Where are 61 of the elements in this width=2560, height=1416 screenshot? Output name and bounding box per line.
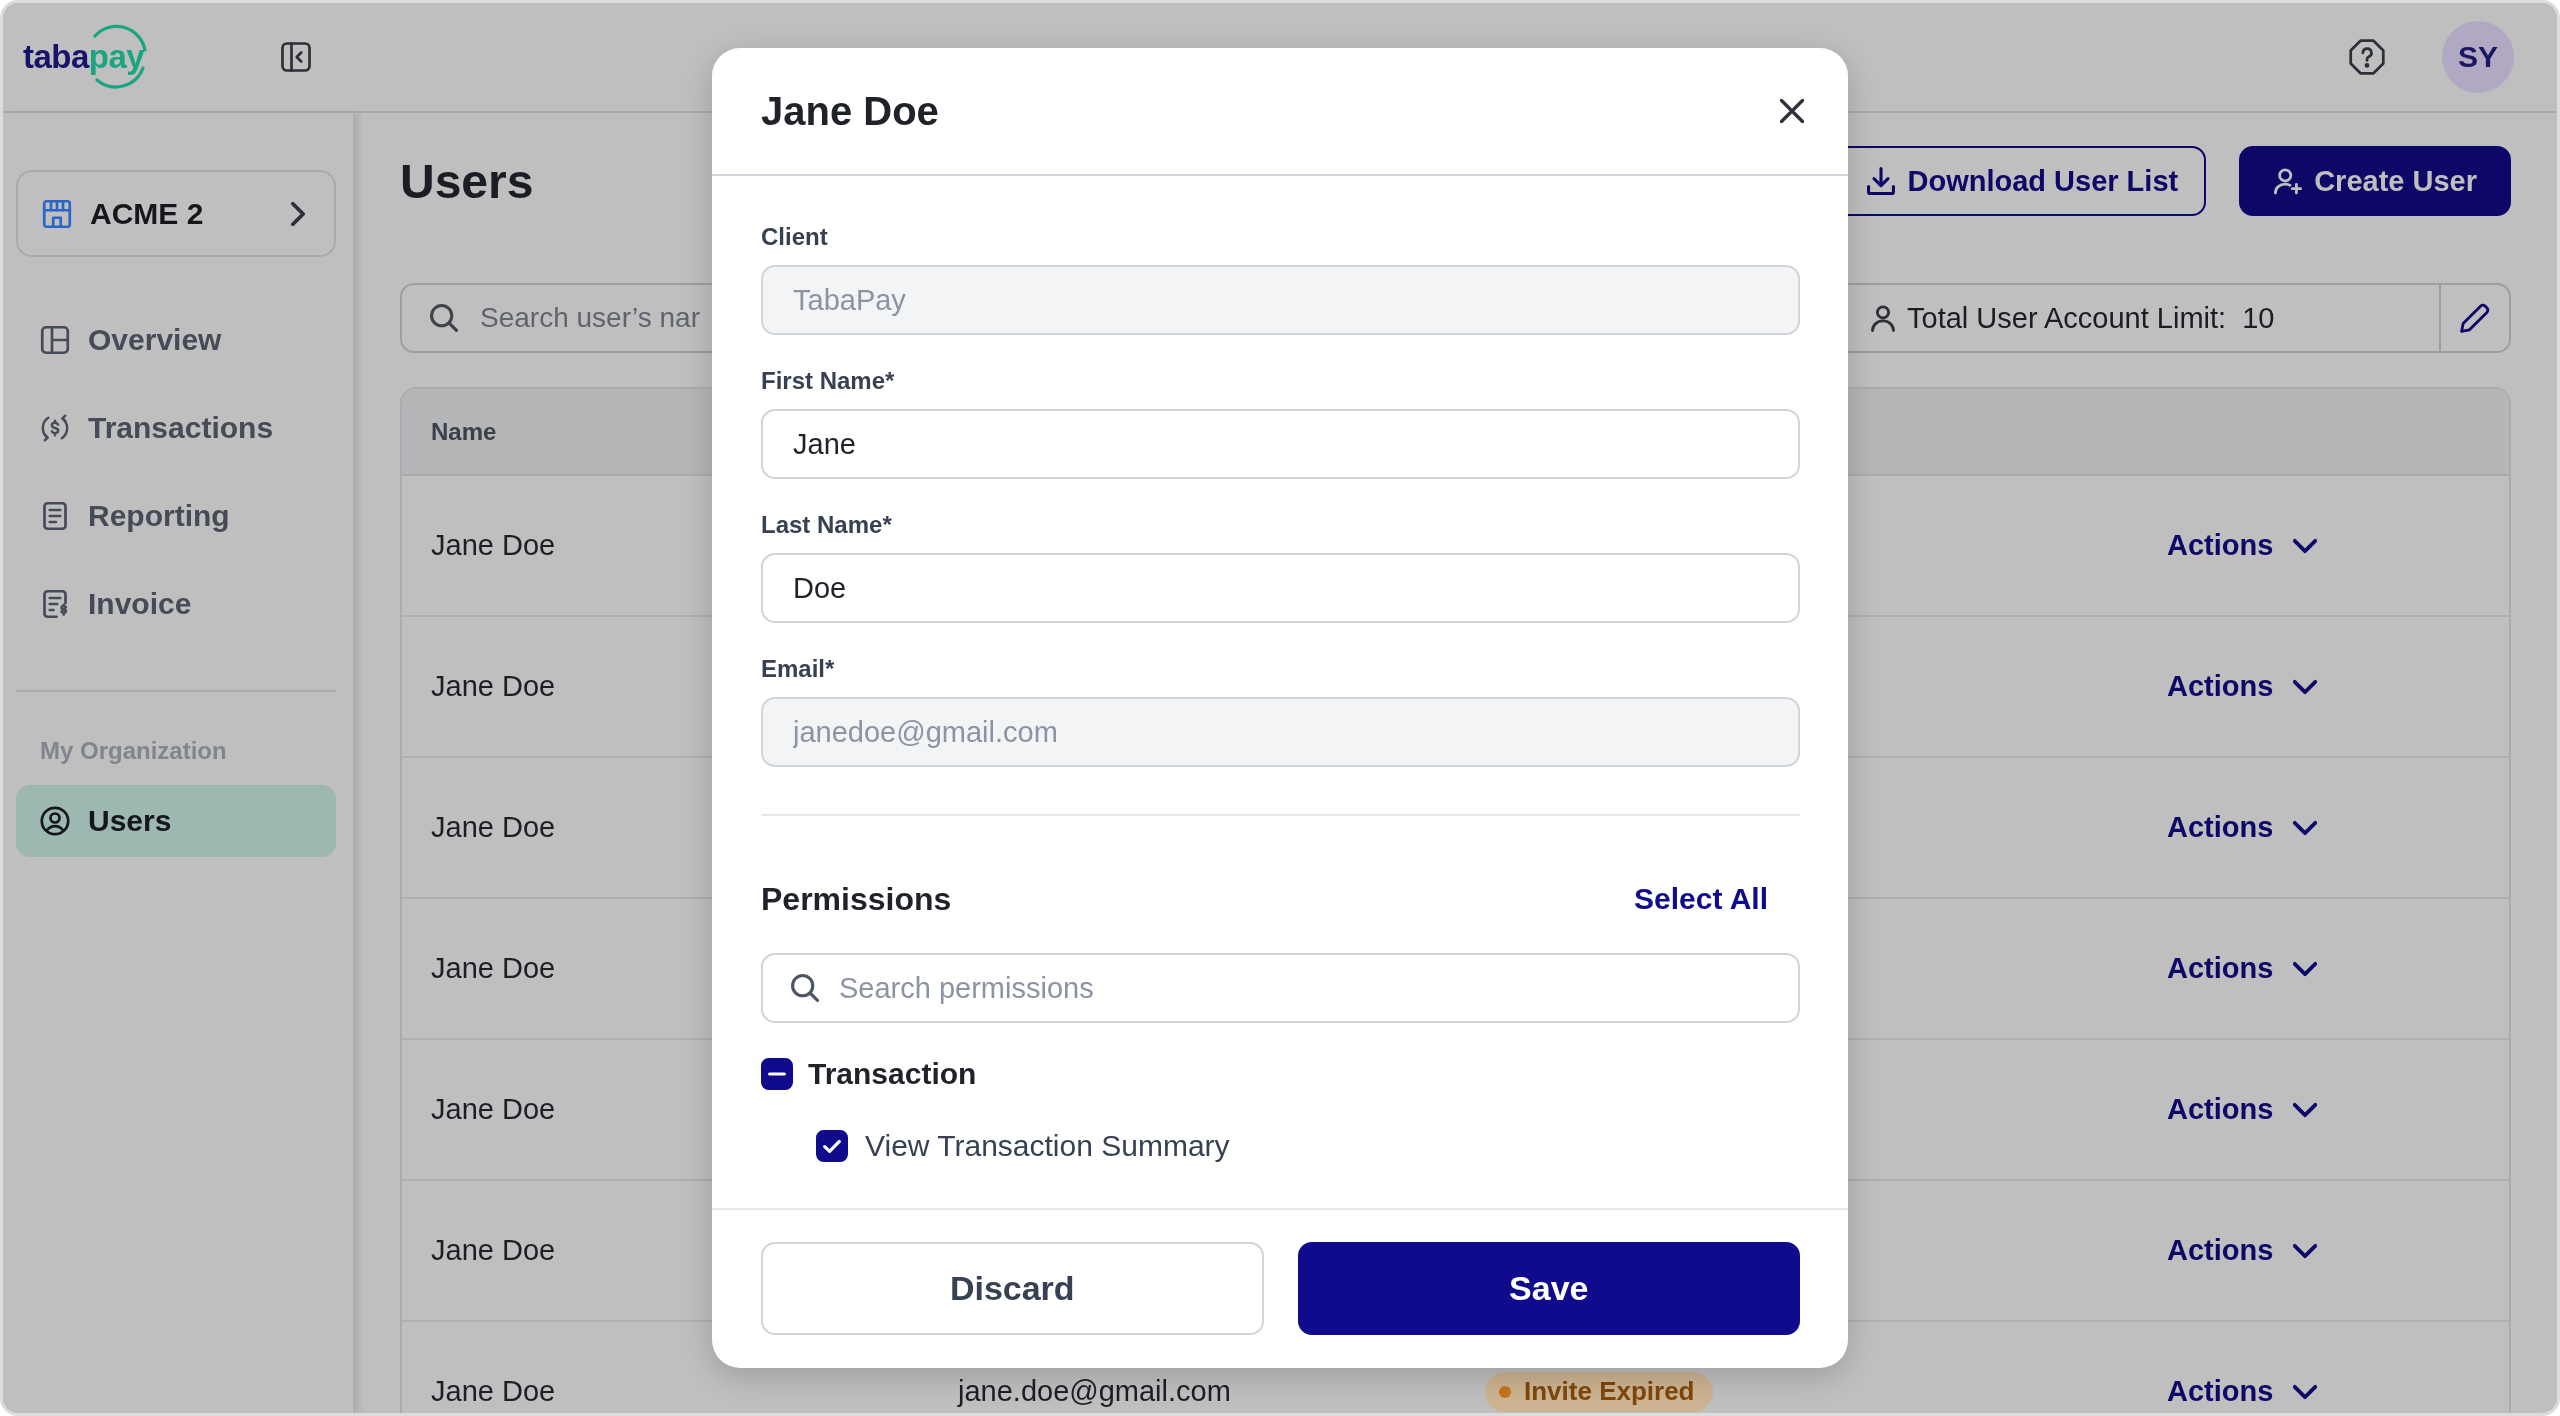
status-label: Invite Expired <box>1524 1376 1695 1407</box>
user-plus-icon <box>2274 167 2303 195</box>
actions-dropdown[interactable]: Actions <box>2167 1375 2318 1408</box>
panel-collapse-icon[interactable] <box>281 42 311 72</box>
document-dollar-icon <box>40 589 70 619</box>
help-icon[interactable] <box>2349 39 2385 75</box>
download-icon <box>1867 167 1896 195</box>
user-name: Jane Doe <box>431 529 556 562</box>
user-icon <box>1869 304 1897 332</box>
user-circle-icon <box>40 806 70 836</box>
nav-item[interactable]: Overview <box>16 304 336 376</box>
permission-group-label: Transaction <box>808 1057 977 1091</box>
layout-icon <box>40 325 70 355</box>
section-title: Permissions <box>761 880 952 918</box>
input-field[interactable]: Jane <box>761 409 1800 479</box>
account-limit-value: 10 <box>2242 301 2275 335</box>
checkbox[interactable] <box>816 1130 848 1162</box>
discard-button[interactable]: Discard <box>761 1242 1264 1335</box>
actions-dropdown[interactable]: Actions <box>2167 529 2318 562</box>
dialog-title: Jane Doe <box>761 88 939 134</box>
actions-dropdown[interactable]: Actions <box>2167 811 2318 844</box>
actions-dropdown[interactable]: Actions <box>2167 670 2318 703</box>
document-icon <box>40 501 70 531</box>
checkbox[interactable] <box>761 1058 793 1090</box>
search-icon <box>430 304 458 332</box>
actions-dropdown[interactable]: Actions <box>2167 1093 2318 1126</box>
nav-item[interactable]: Reporting <box>16 480 336 552</box>
field-label: Client <box>761 222 828 252</box>
actions-dropdown[interactable]: Actions <box>2167 952 2318 985</box>
field-label: Email* <box>761 654 835 684</box>
input-field[interactable]: Doe <box>761 553 1800 623</box>
user-name: Jane Doe <box>431 1375 556 1408</box>
pencil-icon <box>2460 303 2490 333</box>
user-email: jane.doe@gmail.com <box>958 1375 1231 1408</box>
org-switcher[interactable]: ACME 2 <box>16 170 336 257</box>
create-user-button[interactable]: Create User <box>2239 146 2511 216</box>
save-button[interactable]: Save <box>1297 1242 1800 1335</box>
user-name: Jane Doe <box>431 811 556 844</box>
user-name: Jane Doe <box>431 952 556 985</box>
account-limit-label: Total User Account Limit: <box>1907 301 2227 335</box>
page-title: Users <box>400 153 534 209</box>
dollar-cycle-icon <box>40 413 70 443</box>
select-all-button[interactable]: Select All <box>1634 882 1768 916</box>
close-icon <box>1780 99 1804 123</box>
user-name: Jane Doe <box>431 1234 556 1267</box>
actions-dropdown[interactable]: Actions <box>2167 1234 2318 1267</box>
column-header: Name <box>431 417 497 446</box>
field-label: Last Name* <box>761 510 892 540</box>
permission-label: View Transaction Summary <box>865 1129 1230 1163</box>
user-name: Jane Doe <box>431 1093 556 1126</box>
field-label: First Name* <box>761 366 895 396</box>
search-field[interactable]: Search permissions <box>761 953 1800 1023</box>
nav-item[interactable]: Invoice <box>16 568 336 640</box>
section-title: My Organization <box>40 736 227 766</box>
logo: tabapay <box>23 24 151 90</box>
store-icon <box>42 198 72 229</box>
user-name: Jane Doe <box>431 670 556 703</box>
nav-item[interactable]: Users <box>16 785 336 857</box>
avatar[interactable]: SY <box>2442 21 2514 93</box>
search-icon <box>791 974 819 1002</box>
nav-item[interactable]: Transactions <box>16 392 336 464</box>
